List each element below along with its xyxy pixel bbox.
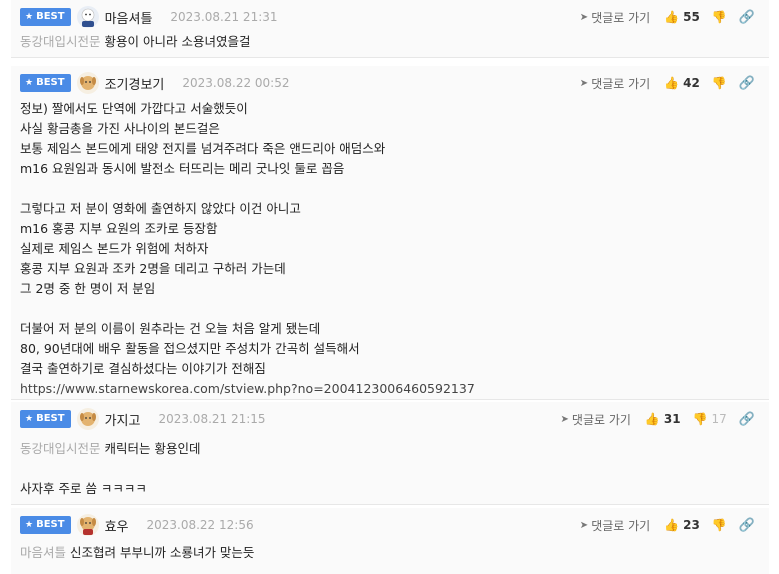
arrow-icon: ➤ (560, 413, 569, 425)
avatar[interactable] (76, 6, 99, 28)
reply-target[interactable]: 동강대입시전문 (20, 34, 101, 49)
comment-author[interactable]: 조기경보기 (105, 74, 165, 93)
go-to-reply-button[interactable]: ➤ 댓글로 가기 (580, 517, 650, 534)
comment-body: 동강대입시전문 캐릭터는 황용인데 사자후 주로 씀 ㅋㅋㅋㅋ (20, 441, 201, 496)
avatar[interactable] (76, 72, 99, 94)
downvote-count: 17 (711, 412, 727, 426)
external-link[interactable]: https://www.starnewskorea.com/stview.php… (20, 379, 475, 399)
comment-author[interactable]: 마음셔틀 (105, 8, 153, 27)
comment-actions: ➤ 댓글로 가기 👍 55 👎 🔗 (580, 6, 755, 28)
comment-actions: ➤ 댓글로 가기 👍 23 👎 🔗 (580, 514, 755, 536)
link-icon[interactable]: 🔗 (739, 76, 755, 91)
link-icon[interactable]: 🔗 (739, 518, 755, 533)
link-icon[interactable]: 🔗 (739, 10, 755, 25)
link-icon[interactable]: 🔗 (739, 412, 755, 427)
comment-meta: ★ BEST 마음셔틀 2023.08.21 21:31 (20, 6, 278, 28)
comment-meta: ★ BEST 조기경보기 2023.08.22 00:52 (20, 72, 289, 94)
go-to-reply-button[interactable]: ➤ 댓글로 가기 (561, 411, 631, 428)
comment-date: 2023.08.22 00:52 (182, 76, 290, 90)
thumbs-down-icon: 👎 (711, 76, 727, 90)
comment-date: 2023.08.21 21:15 (158, 412, 266, 426)
upvote-button[interactable]: 👍 31 (645, 412, 681, 426)
thumbs-up-icon: 👍 (664, 518, 680, 532)
upvote-count: 55 (683, 10, 700, 24)
star-icon: ★ (25, 78, 34, 88)
comment-date: 2023.08.22 12:56 (146, 518, 254, 532)
arrow-icon: ➤ (579, 519, 589, 531)
upvote-button[interactable]: 👍 55 (664, 10, 700, 24)
avatar[interactable] (76, 514, 99, 536)
thumbs-up-icon: 👍 (664, 76, 680, 90)
star-icon: ★ (25, 414, 34, 424)
avatar[interactable] (76, 408, 99, 430)
best-badge: ★ BEST (20, 8, 71, 26)
comment-item: ★ BEST 가지고 2023.08.21 21:15 ➤ 댓글로 가기 👍 31 👎… (11, 402, 769, 505)
comment-date: 2023.08.21 21:31 (170, 10, 278, 24)
reply-target[interactable]: 마음셔틀 (20, 545, 66, 560)
reply-target[interactable]: 동강대입시전문 (20, 441, 101, 456)
thumbs-up-icon: 👍 (664, 10, 680, 24)
comment-item: ★ BEST 마음셔틀 2023.08.21 21:31 ➤ 댓글로 가기 👍 55 … (11, 0, 769, 58)
best-badge: ★ BEST (20, 410, 71, 428)
upvote-count: 42 (683, 76, 700, 90)
comment-body: 동강대입시전문 황용이 아니라 소용녀였을걸 (20, 34, 251, 49)
upvote-count: 31 (663, 412, 681, 426)
comment-actions: ➤ 댓글로 가기 👍 42 👎 🔗 (580, 72, 755, 94)
comment-actions: ➤ 댓글로 가기 👍 31 👎 17 🔗 (561, 408, 755, 430)
go-to-reply-button[interactable]: ➤ 댓글로 가기 (580, 75, 650, 92)
comment-meta: ★ BEST 가지고 2023.08.21 21:15 (20, 408, 266, 430)
comment-list: ★ BEST 마음셔틀 2023.08.21 21:31 ➤ 댓글로 가기 👍 55 … (0, 0, 779, 574)
upvote-button[interactable]: 👍 42 (664, 76, 700, 90)
upvote-button[interactable]: 👍 23 (664, 518, 700, 532)
comment-author[interactable]: 효우 (105, 516, 129, 535)
thumbs-down-icon: 👎 (711, 10, 727, 24)
upvote-count: 23 (683, 518, 700, 532)
comment-meta: ★ BEST 효우 2023.08.22 12:56 (20, 514, 254, 536)
thumbs-down-icon: 👎 (711, 518, 727, 532)
downvote-button[interactable]: 👎 (712, 518, 727, 532)
go-to-reply-button[interactable]: ➤ 댓글로 가기 (580, 9, 650, 26)
comment-item: ★ BEST 효우 2023.08.22 12:56 ➤ 댓글로 가기 👍 23 👎 … (11, 508, 769, 574)
comment-body: 마음셔틀 신조협려 부부니까 소룡녀가 맞는듯 (20, 545, 255, 560)
arrow-icon: ➤ (579, 11, 589, 23)
thumbs-up-icon: 👍 (644, 412, 660, 426)
downvote-button[interactable]: 👎 17 (693, 412, 727, 426)
downvote-button[interactable]: 👎 (712, 76, 727, 90)
downvote-button[interactable]: 👎 (712, 10, 727, 24)
comment-author[interactable]: 가지고 (105, 410, 141, 429)
star-icon: ★ (25, 520, 34, 530)
comment-item: ★ BEST 조기경보기 2023.08.22 00:52 ➤ 댓글로 가기 👍 42… (11, 66, 769, 400)
comment-body: 정보) 짤에서도 단역에 가깝다고 서술했듯이 사실 황금총을 가진 사나이의 … (20, 99, 475, 399)
best-badge: ★ BEST (20, 516, 71, 534)
thumbs-down-icon: 👎 (692, 412, 708, 426)
best-badge: ★ BEST (20, 74, 71, 92)
star-icon: ★ (25, 12, 34, 22)
arrow-icon: ➤ (579, 77, 589, 89)
